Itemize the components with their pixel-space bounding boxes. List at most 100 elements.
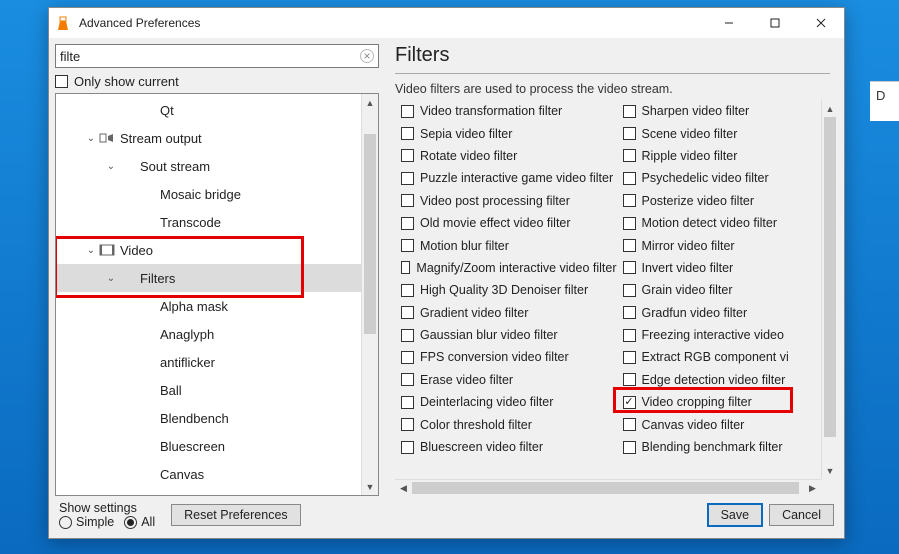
search-value: filte: [60, 49, 360, 64]
tree-item[interactable]: Alpha mask: [56, 292, 378, 320]
checkbox-icon: [623, 284, 636, 297]
filter-checkbox[interactable]: Old movie effect video filter: [395, 212, 617, 234]
chevron-down-icon: ⌄: [84, 245, 98, 256]
scroll-thumb[interactable]: [824, 117, 836, 437]
filter-checkbox[interactable]: Ripple video filter: [617, 145, 839, 167]
checkbox-icon: [623, 194, 636, 207]
filter-checkbox[interactable]: Sharpen video filter: [617, 100, 839, 122]
tree-item[interactable]: Transcode: [56, 208, 378, 236]
tree-category-icon: [118, 270, 136, 286]
filter-checkbox[interactable]: Scene video filter: [617, 122, 839, 144]
reset-preferences-button[interactable]: Reset Preferences: [171, 504, 301, 526]
tree-category-icon: [138, 298, 156, 314]
filter-checkbox[interactable]: FPS conversion video filter: [395, 346, 617, 368]
filter-checkbox[interactable]: Grain video filter: [617, 279, 839, 301]
tree-item-label: Ball: [160, 383, 182, 398]
filter-label: Sepia video filter: [420, 127, 512, 141]
radio-simple[interactable]: [59, 516, 72, 529]
filter-checkbox[interactable]: Color threshold filter: [395, 413, 617, 435]
tree-item-label: Blendbench: [160, 411, 229, 426]
checkbox-icon: [401, 105, 414, 118]
filter-checkbox[interactable]: Video post processing filter: [395, 190, 617, 212]
filter-checkbox[interactable]: Sepia video filter: [395, 122, 617, 144]
filter-checkbox[interactable]: Posterize video filter: [617, 190, 839, 212]
scroll-down-icon[interactable]: ▼: [362, 478, 378, 495]
checkbox-icon: [623, 261, 636, 274]
tree-item[interactable]: ⌄Stream output: [56, 124, 378, 152]
preferences-window: Advanced Preferences filte × Only show c…: [48, 7, 845, 539]
filter-label: Erase video filter: [420, 373, 513, 387]
cancel-button[interactable]: Cancel: [769, 504, 834, 526]
filter-checkbox[interactable]: Video transformation filter: [395, 100, 617, 122]
filter-label: Gradfun video filter: [642, 306, 748, 320]
tree-item[interactable]: Mosaic bridge: [56, 180, 378, 208]
tree-item[interactable]: antiflicker: [56, 348, 378, 376]
filter-checkbox[interactable]: Edge detection video filter: [617, 369, 839, 391]
tree-item[interactable]: ⌄Filters: [56, 264, 378, 292]
filter-checkbox[interactable]: Rotate video filter: [395, 145, 617, 167]
minimize-button[interactable]: [706, 8, 752, 38]
scroll-left-icon[interactable]: ◀: [395, 480, 412, 497]
scroll-up-icon[interactable]: ▲: [362, 94, 378, 111]
filter-checkbox[interactable]: Erase video filter: [395, 369, 617, 391]
filter-checkbox[interactable]: ✓Video cropping filter: [617, 391, 839, 413]
tree-item[interactable]: ⌄Video: [56, 236, 378, 264]
save-button[interactable]: Save: [707, 503, 764, 527]
tree-item[interactable]: ⌄Sout stream: [56, 152, 378, 180]
filter-checkbox[interactable]: Deinterlacing video filter: [395, 391, 617, 413]
tree-scrollbar[interactable]: ▲ ▼: [361, 94, 378, 495]
filter-checkbox[interactable]: Puzzle interactive game video filter: [395, 167, 617, 189]
filter-checkbox[interactable]: Magnify/Zoom interactive video filter: [395, 257, 617, 279]
tree-item-label: Mosaic bridge: [160, 187, 241, 202]
filter-checkbox[interactable]: Gradient video filter: [395, 302, 617, 324]
tree-item[interactable]: Bluescreen: [56, 432, 378, 460]
filter-checkbox[interactable]: Blending benchmark filter: [617, 436, 839, 458]
scroll-down-icon[interactable]: ▼: [822, 462, 838, 479]
filters-hscrollbar[interactable]: ◀ ▶: [395, 479, 821, 496]
tree-item[interactable]: Blendbench: [56, 404, 378, 432]
checkbox-icon: [623, 172, 636, 185]
filter-checkbox[interactable]: Psychedelic video filter: [617, 167, 839, 189]
filter-label: Canvas video filter: [642, 418, 745, 432]
tree-category-icon: [138, 326, 156, 342]
panel-description: Video filters are used to process the vi…: [395, 82, 842, 96]
scroll-right-icon[interactable]: ▶: [804, 480, 821, 497]
clear-search-icon[interactable]: ×: [360, 49, 374, 63]
only-show-current-label: Only show current: [74, 74, 179, 89]
filter-checkbox[interactable]: Gradfun video filter: [617, 302, 839, 324]
search-input[interactable]: filte ×: [55, 44, 379, 68]
checkbox-icon: [623, 217, 636, 230]
filter-checkbox[interactable]: Motion blur filter: [395, 234, 617, 256]
tree-item[interactable]: Qt: [56, 96, 378, 124]
maximize-button[interactable]: [752, 8, 798, 38]
close-button[interactable]: [798, 8, 844, 38]
filter-checkbox[interactable]: Bluescreen video filter: [395, 436, 617, 458]
filter-checkbox[interactable]: Canvas video filter: [617, 413, 839, 435]
checkbox-icon: [623, 329, 636, 342]
tree-item[interactable]: Ball: [56, 376, 378, 404]
filter-checkbox[interactable]: Motion detect video filter: [617, 212, 839, 234]
tree-item[interactable]: Anaglyph: [56, 320, 378, 348]
checkbox-icon: [401, 418, 414, 431]
filter-checkbox[interactable]: Mirror video filter: [617, 234, 839, 256]
filter-list: Video transformation filter Sepia video f…: [395, 100, 838, 496]
filter-checkbox[interactable]: Gaussian blur video filter: [395, 324, 617, 346]
checkbox-icon: [623, 149, 636, 162]
radio-simple-label: Simple: [76, 515, 114, 529]
scroll-up-icon[interactable]: ▲: [822, 100, 838, 117]
filter-checkbox[interactable]: Invert video filter: [617, 257, 839, 279]
chevron-down-icon: ⌄: [104, 273, 118, 284]
filters-vscrollbar[interactable]: ▲ ▼: [821, 100, 838, 479]
radio-all[interactable]: [124, 516, 137, 529]
filter-checkbox[interactable]: High Quality 3D Denoiser filter: [395, 279, 617, 301]
checkbox-icon: [401, 284, 414, 297]
filter-label: Old movie effect video filter: [420, 216, 571, 230]
filter-checkbox[interactable]: Extract RGB component vi: [617, 346, 839, 368]
only-show-current-checkbox[interactable]: Only show current: [55, 74, 379, 89]
scroll-thumb[interactable]: [412, 482, 799, 494]
checkbox-icon: [55, 75, 68, 88]
filter-checkbox[interactable]: Freezing interactive video: [617, 324, 839, 346]
tree-item[interactable]: Canvas: [56, 460, 378, 488]
chevron-down-icon: ⌄: [104, 161, 118, 172]
scroll-thumb[interactable]: [364, 134, 376, 334]
